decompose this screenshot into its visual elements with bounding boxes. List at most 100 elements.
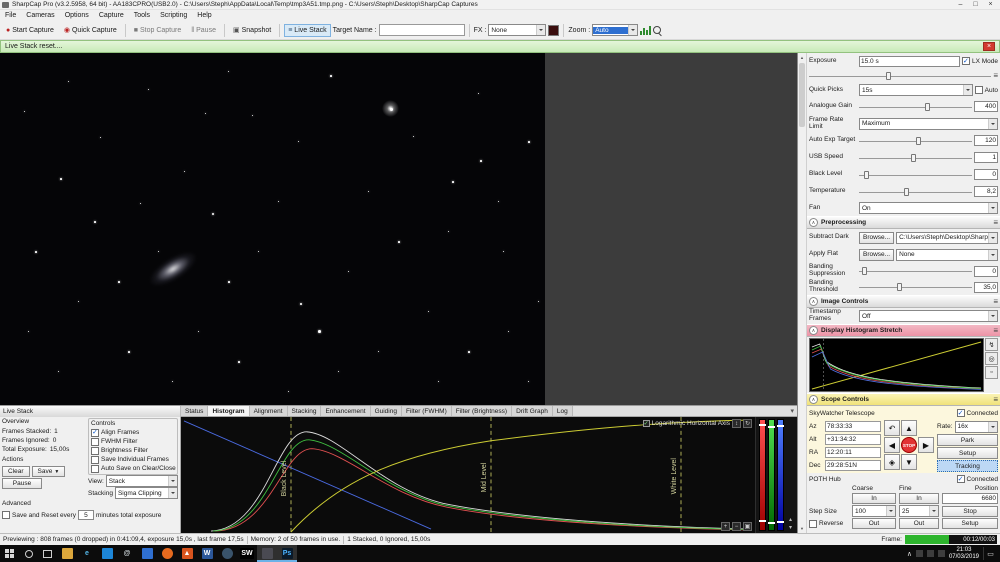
menu-tools[interactable]: Tools (129, 10, 155, 21)
auto-exp-target-slider[interactable] (859, 136, 972, 146)
save-individual-frames-checkbox[interactable] (91, 455, 99, 464)
nudge-down-icon[interactable]: ▾ (789, 524, 792, 531)
scope-home-button[interactable]: ◈ (884, 454, 900, 470)
fan-dropdown[interactable]: On (859, 202, 998, 214)
snapshot-button[interactable]: ▣ Snapshot (229, 24, 275, 37)
tray-expand-icon[interactable]: ∧ (907, 550, 912, 558)
blue-level-bar[interactable] (777, 419, 784, 531)
apply-flat-browse-button[interactable]: Browse... (859, 248, 895, 261)
scrollbar-thumb[interactable] (799, 63, 805, 127)
auto-exp-target-value[interactable]: 120 (974, 135, 998, 146)
save-button[interactable]: Save ▼ (31, 466, 66, 477)
view-dropdown[interactable]: Stack (105, 475, 178, 487)
auto-save-checkbox[interactable] (91, 464, 99, 473)
target-icon[interactable]: ◎ (985, 352, 998, 365)
action-center-icon[interactable]: ▭ (983, 547, 997, 560)
auto-checkbox[interactable] (974, 86, 983, 94)
zoom-dropdown[interactable]: Auto (592, 24, 639, 36)
brightness-filter-checkbox[interactable] (91, 446, 99, 455)
tab-guiding[interactable]: Guiding (370, 406, 402, 416)
search-button[interactable] (19, 545, 38, 562)
poth-connected-checkbox[interactable]: ✓ (956, 475, 965, 483)
log-axis-checkbox[interactable]: ✓ (642, 420, 650, 427)
banding-suppression-value[interactable]: 0 (974, 265, 998, 277)
scope-up-button[interactable]: ▲ (901, 420, 917, 436)
coarse-step-dropdown[interactable]: 100 (852, 505, 896, 517)
mid-level-marker[interactable]: Mid Level (481, 462, 488, 492)
menu-icon[interactable]: ≡ (993, 218, 998, 227)
scope-stop-button[interactable]: STOP (901, 437, 917, 453)
stretch-histogram[interactable] (809, 338, 984, 392)
exposure-slider[interactable] (809, 71, 992, 81)
maximize-button[interactable]: □ (968, 0, 983, 9)
fx-dropdown[interactable]: None (488, 24, 547, 36)
target-name-input[interactable] (378, 24, 465, 36)
pause-stack-button[interactable]: Pause (2, 478, 42, 489)
black-level-marker[interactable]: Black Level (281, 460, 288, 496)
tray-icon[interactable] (926, 550, 934, 557)
coarse-in-button[interactable]: In (852, 493, 896, 504)
taskbar-app-file-explorer[interactable] (57, 545, 77, 562)
taskbar-app-mail[interactable]: @ (117, 545, 137, 562)
menu-capture[interactable]: Capture (94, 10, 129, 21)
menu-icon[interactable]: ≡ (993, 395, 998, 404)
green-level-bar[interactable] (768, 419, 775, 531)
taskbar-app-word[interactable]: W (197, 545, 217, 562)
tab-enhancement[interactable]: Enhancement (321, 406, 371, 416)
rate-dropdown[interactable]: 16x (954, 420, 998, 433)
notification-close-icon[interactable]: × (983, 42, 995, 51)
scope-left-button[interactable]: ◀ (884, 437, 900, 453)
usb-speed-value[interactable]: 1 (974, 152, 998, 163)
exposure-menu-icon[interactable]: ≡ (993, 71, 998, 80)
tab-drift-graph[interactable]: Drift Graph (512, 406, 553, 416)
tab-log[interactable]: Log (552, 406, 573, 416)
align-frames-checkbox[interactable]: ✓ (91, 428, 99, 437)
black-level-slider[interactable] (859, 170, 972, 180)
histogram-icon[interactable] (640, 25, 652, 35)
banding-threshold-value[interactable]: 35,0 (974, 281, 998, 293)
temperature-value[interactable]: 8,2 (974, 186, 998, 197)
fine-step-dropdown[interactable]: 25 (899, 505, 939, 517)
image-controls-header[interactable]: ∧ Image Controls ≡ (807, 295, 1000, 308)
taskbar-clock[interactable]: 21:03 07/03/2019 (949, 547, 979, 561)
quick-capture-button[interactable]: ◉ Quick Capture (60, 24, 121, 37)
nudge-up-icon[interactable]: ▴ (789, 516, 792, 523)
save-reset-checkbox[interactable] (2, 511, 10, 519)
scope-spiral-button[interactable]: ↶ (884, 420, 900, 436)
tray-icon[interactable] (915, 550, 923, 557)
menu-cameras[interactable]: Cameras (21, 10, 59, 21)
usb-speed-slider[interactable] (859, 153, 972, 163)
stop-capture-button[interactable]: ■ Stop Capture (130, 24, 185, 37)
tab-filter-brightness[interactable]: Filter (Brightness) (451, 406, 513, 416)
scope-connected-checkbox[interactable]: ✓ (956, 409, 965, 417)
reset-stretch-icon[interactable]: ▫ (985, 366, 998, 379)
subtract-dark-dropdown[interactable]: C:\Users\Steph\Desktop\SharpCap Cap... (896, 231, 998, 244)
scroll-down-icon[interactable]: ▼ (798, 524, 806, 533)
white-level-marker[interactable]: White Level (671, 458, 678, 495)
taskbar-app-photos[interactable] (137, 545, 157, 562)
expand-icon[interactable]: ↕ (732, 419, 741, 428)
temperature-slider[interactable] (859, 187, 972, 197)
tab-stacking[interactable]: Stacking (287, 406, 322, 416)
black-level-value[interactable]: 0 (974, 169, 998, 180)
fwhm-filter-checkbox[interactable] (91, 437, 99, 446)
apply-flat-dropdown[interactable]: None (896, 248, 998, 261)
preprocessing-header[interactable]: ∧ Preprocessing ≡ (807, 216, 1000, 229)
banding-threshold-slider[interactable] (859, 282, 972, 292)
stacking-dropdown[interactable]: Sigma Clipping (114, 487, 178, 499)
taskbar-app-sw[interactable]: SW (237, 545, 257, 562)
subtract-dark-browse-button[interactable]: Browse... (859, 231, 895, 244)
tab-histogram[interactable]: Histogram (208, 406, 250, 416)
timestamp-frames-dropdown[interactable]: Off (859, 310, 998, 322)
fit-icon[interactable]: ▣ (743, 522, 752, 531)
histogram-graph[interactable]: Black Level Mid Level White Level ✓ Loga… (181, 417, 755, 533)
tab-alignment[interactable]: Alignment (249, 406, 288, 416)
minimize-button[interactable]: – (953, 0, 968, 9)
coarse-out-button[interactable]: Out (852, 518, 896, 529)
taskbar-app-vlc[interactable]: ▲ (177, 545, 197, 562)
scope-setup-button[interactable]: Setup (937, 447, 998, 459)
lx-mode-checkbox[interactable]: ✓ (961, 57, 970, 65)
zoom-in-icon[interactable]: + (721, 522, 730, 531)
task-view-button[interactable] (38, 545, 57, 562)
taskbar-app-store[interactable] (97, 545, 117, 562)
